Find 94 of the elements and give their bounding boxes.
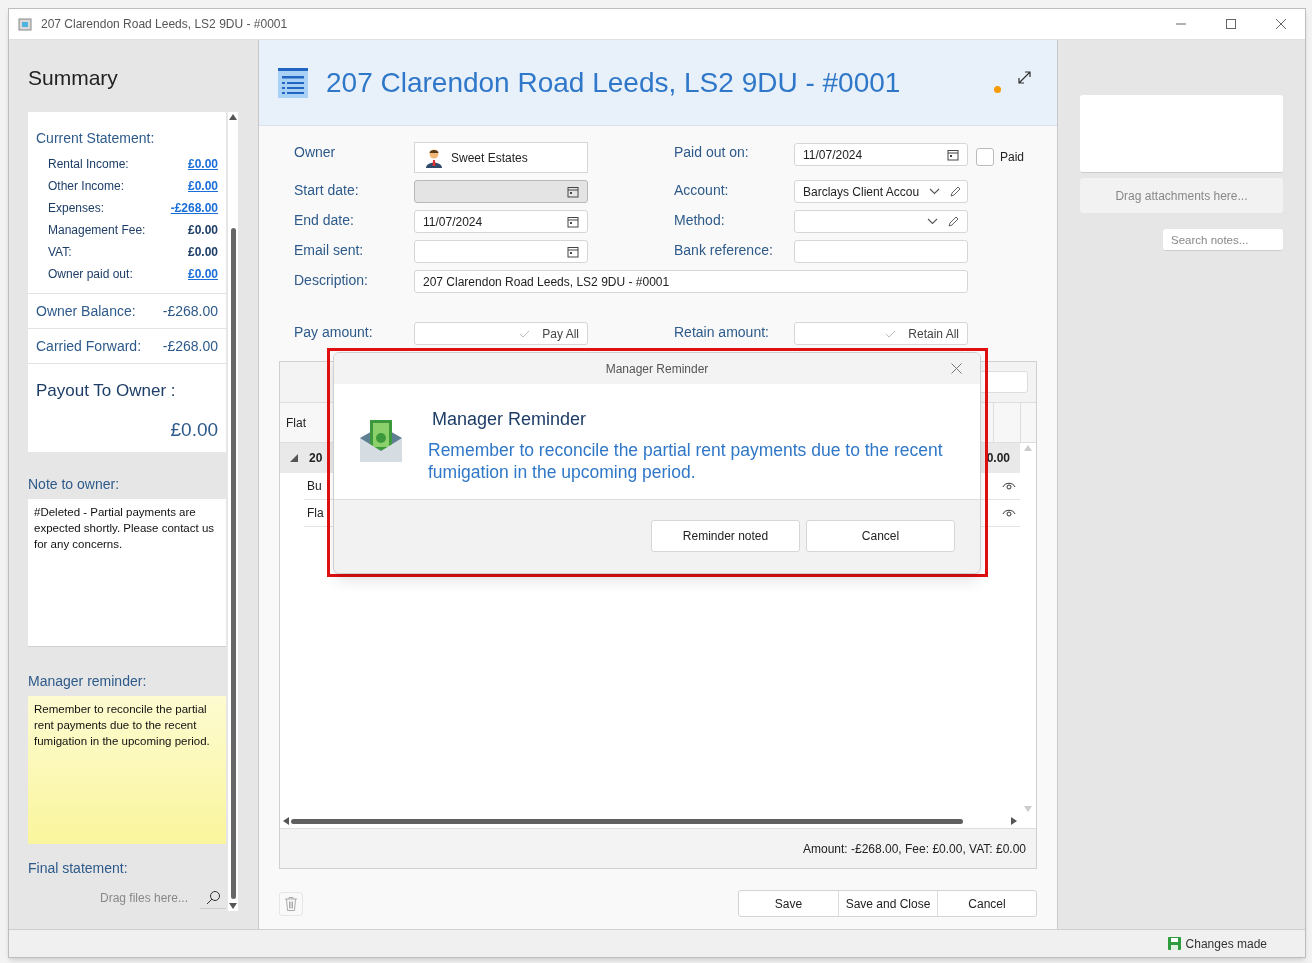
table-cell-text: Fla <box>307 505 324 522</box>
window-title: 207 Clarendon Road Leeds, LS2 9DU - #0001 <box>41 16 289 33</box>
status-text: Changes made <box>1185 935 1267 953</box>
field-label: Start date: <box>294 181 360 200</box>
eye-icon[interactable] <box>1002 508 1016 518</box>
record-title: 207 Clarendon Road Leeds, LS2 9DU - #0001 <box>326 65 902 100</box>
chevron-down-icon[interactable] <box>927 218 938 225</box>
pencil-icon[interactable] <box>948 216 959 227</box>
dialog-heading: Manager Reminder <box>432 408 588 431</box>
action-button[interactable]: Save <box>739 891 838 916</box>
calendar-icon[interactable] <box>947 148 959 161</box>
action-button[interactable]: Cancel <box>937 891 1036 916</box>
select-field[interactable] <box>794 210 968 233</box>
scrollbar[interactable] <box>228 112 238 911</box>
money-envelope-icon <box>358 418 404 464</box>
line-label: Other Income: <box>48 178 125 195</box>
scroll-up-icon[interactable] <box>229 114 237 120</box>
field-label: Bank reference: <box>674 241 774 260</box>
amount-field[interactable]: Retain All <box>794 322 968 345</box>
check-icon <box>885 329 897 338</box>
field-label: Owner <box>294 143 337 162</box>
section-label: Manager reminder: <box>28 672 148 691</box>
paid-checkbox[interactable] <box>976 148 994 166</box>
amount: £0.00 <box>188 222 219 239</box>
close-icon[interactable] <box>1275 18 1287 30</box>
scroll-left-icon[interactable] <box>283 817 289 825</box>
calendar-icon[interactable] <box>567 245 579 258</box>
eye-icon[interactable] <box>1002 481 1016 491</box>
line-label: Rental Income: <box>48 156 129 173</box>
checkbox-label: Paid <box>1000 149 1025 166</box>
summary-title: Summary <box>28 65 119 91</box>
field-label: Paid out on: <box>674 143 750 162</box>
scroll-right-icon[interactable] <box>1011 817 1017 825</box>
dialog-message: Remember to reconcile the partial rent payments due to the recent fumigation in the upcoming period. <box>428 439 944 483</box>
total-value: -£268.00 <box>162 336 219 356</box>
field-label: Retain amount: <box>674 323 770 342</box>
line-label: Owner paid out: <box>48 266 133 283</box>
field-label: Account: <box>674 181 730 200</box>
amount-link[interactable]: £0.00 <box>188 155 219 173</box>
check-icon <box>519 329 531 338</box>
app-icon <box>17 16 33 32</box>
total-label: Carried Forward: <box>36 336 142 356</box>
field-label: Description: <box>294 271 369 290</box>
text-field[interactable] <box>794 240 968 263</box>
drop-hint: Drag files here... <box>100 890 189 907</box>
maximize-icon[interactable] <box>1225 18 1237 30</box>
calendar-icon[interactable] <box>567 215 579 228</box>
owner-name: Sweet Estates <box>451 149 528 167</box>
expander-icon[interactable] <box>290 454 298 462</box>
pencil-icon[interactable] <box>950 186 962 197</box>
date-field[interactable] <box>414 240 588 263</box>
totals-summary: Amount: -£268.00, Fee: £0.00, VAT: £0.00 <box>802 840 1026 858</box>
dialog-button[interactable]: Cancel <box>806 520 955 552</box>
person-icon <box>425 147 443 168</box>
search-notes-field[interactable]: Search notes... <box>1163 229 1283 251</box>
date-field[interactable]: 11/07/2024 <box>414 210 588 233</box>
amount-link[interactable]: £0.00 <box>188 265 219 283</box>
field-label: Email sent: <box>294 241 365 260</box>
select-field[interactable]: Barclays Client Accou <box>794 180 968 203</box>
search-icon[interactable] <box>205 889 222 906</box>
date-field[interactable]: 11/07/2024 <box>794 143 968 166</box>
dialog-title: Manager Reminder <box>605 360 709 378</box>
expand-icon[interactable] <box>1017 70 1032 85</box>
section-label: Final statement: <box>28 859 129 878</box>
action-button[interactable]: Save and Close <box>838 891 937 916</box>
line-label: VAT: <box>48 244 72 261</box>
payout-value: £0.00 <box>170 417 219 442</box>
total-value: -£268.00 <box>162 301 219 321</box>
description-field[interactable]: 207 Clarendon Road Leeds, LS2 9DU - #0001 <box>414 270 968 293</box>
section-label: Note to owner: <box>28 475 121 494</box>
field-label: Pay amount: <box>294 323 374 342</box>
amount-field[interactable]: Pay All <box>414 322 588 345</box>
group-label: 20 <box>309 450 323 467</box>
amount-link[interactable]: -£268.00 <box>170 199 219 217</box>
dialog-button[interactable]: Reminder noted <box>651 520 800 552</box>
close-icon[interactable] <box>951 363 962 374</box>
fill-all-button[interactable]: Retain All <box>908 324 959 343</box>
amount-link[interactable]: £0.00 <box>188 177 219 195</box>
note-field[interactable]: #Deleted - Partial payments are expected shortly. Please contact us for any concerns. <box>28 499 227 647</box>
field-label: Method: <box>674 211 726 230</box>
chevron-down-icon[interactable] <box>929 188 941 195</box>
section-label: Current Statement: <box>36 129 156 148</box>
table-cell-text: Bu <box>307 478 322 495</box>
fill-all-button[interactable]: Pay All <box>542 324 579 343</box>
line-label: Management Fee: <box>48 222 146 239</box>
scroll-down-icon[interactable] <box>229 903 237 909</box>
reminder-note[interactable]: Remember to reconcile the partial rent payments due to the recent fumigation in the upcoming period. <box>28 696 227 844</box>
field-label: End date: <box>294 211 355 230</box>
line-label: Expenses: <box>48 200 105 217</box>
owner-field[interactable]: Sweet Estates <box>414 142 588 173</box>
total-label: Owner Balance: <box>36 301 136 321</box>
list-document-icon <box>278 67 308 98</box>
payout-label: Payout To Owner : <box>36 380 177 402</box>
amount: £0.00 <box>188 244 219 261</box>
